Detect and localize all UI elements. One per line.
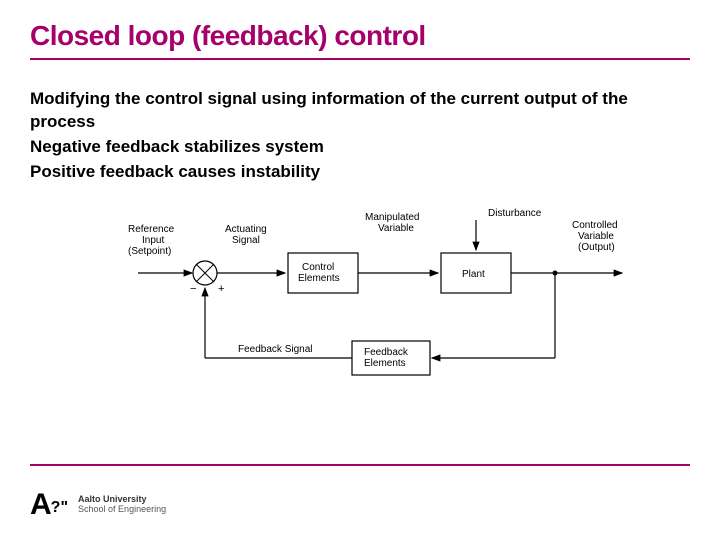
footer-rule xyxy=(30,464,690,466)
diagram-svg: − + Reference Input (Setpoint) Actuating… xyxy=(120,198,640,398)
label-disturbance: Disturbance xyxy=(488,208,542,219)
slide-title: Closed loop (feedback) control xyxy=(30,20,690,52)
logo-letter: A xyxy=(30,488,51,521)
label-actuating: Actuating Signal xyxy=(225,224,269,246)
label-feedback-signal: Feedback Signal xyxy=(238,344,313,355)
label-plant: Plant xyxy=(462,269,485,280)
bullet-2: Negative feedback stabilizes system xyxy=(30,136,690,159)
label-controlled: Controlled Variable (Output) xyxy=(572,220,620,253)
label-reference: Reference Input (Setpoint) xyxy=(128,224,177,257)
title-underline xyxy=(30,58,690,60)
plus-sign: + xyxy=(218,283,224,295)
footer: A?" Aalto University School of Engineeri… xyxy=(30,488,166,522)
minus-sign: − xyxy=(190,283,196,295)
label-feedback-elements: Feedback Elements xyxy=(364,347,411,369)
block-diagram: − + Reference Input (Setpoint) Actuating… xyxy=(120,198,690,403)
aalto-logo: A?" xyxy=(30,488,68,522)
bullet-3: Positive feedback causes instability xyxy=(30,161,690,184)
label-manipulated: Manipulated Variable xyxy=(365,212,422,234)
org-line-2: School of Engineering xyxy=(78,505,166,515)
logo-text: Aalto University School of Engineering xyxy=(78,495,166,515)
slide-container: Closed loop (feedback) control Modifying… xyxy=(0,0,720,540)
logo-marks: ?" xyxy=(51,499,68,516)
label-control-elements: Control Elements xyxy=(298,262,340,284)
bullet-1: Modifying the control signal using infor… xyxy=(30,88,690,134)
